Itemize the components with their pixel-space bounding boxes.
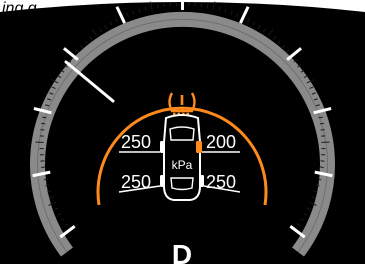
scale-minor-tick (320, 123, 324, 124)
scale-minor-tick (320, 167, 324, 168)
scale-minor-tick (201, 3, 202, 7)
wheel-rear-right (199, 175, 204, 187)
pressure-front-right: 200 (206, 132, 236, 152)
pressure-front-left: 250 (121, 132, 151, 152)
pressure-rear-left: 250 (121, 172, 151, 192)
scale-minor-tick (207, 4, 208, 8)
pressure-rear-right: 250 (206, 172, 236, 192)
scale-minor-tick (41, 123, 45, 124)
scale-minor-tick (164, 3, 165, 7)
instrument-cluster: ing g 250 200 250 250 kPa D (0, 0, 365, 264)
wheel-front-left (160, 141, 165, 153)
gear-indicator: D (172, 239, 192, 264)
scale-minor-tick (41, 167, 45, 168)
cluster-svg: ing g 250 200 250 250 kPa D (0, 0, 365, 264)
wheel-front-right (196, 141, 202, 153)
scale-minor-tick (157, 4, 158, 8)
wheel-rear-left (160, 175, 165, 187)
pressure-unit: kPa (172, 158, 193, 172)
